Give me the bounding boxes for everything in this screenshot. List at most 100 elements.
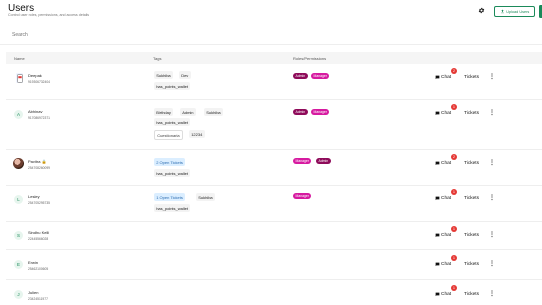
more-options-icon[interactable]: ⋮ bbox=[489, 260, 495, 267]
user-phone: 919306732404 bbox=[28, 80, 51, 84]
unread-badge: 2 bbox=[451, 68, 457, 74]
avatar: E bbox=[14, 260, 23, 269]
more-options-icon[interactable]: ⋮ bbox=[489, 231, 495, 238]
chat-label: Chat bbox=[441, 262, 452, 267]
user-name: Julien bbox=[28, 290, 39, 295]
user-phone: 254705295735 bbox=[28, 201, 51, 205]
chat-label: Chat bbox=[441, 233, 452, 238]
avatar: A bbox=[14, 110, 23, 119]
open-tickets-tag: 2 Open Tickets bbox=[154, 158, 186, 166]
user-name: Pavitra 🔒 bbox=[28, 159, 47, 164]
user-name: Sindhu Kelli bbox=[28, 230, 50, 235]
more-options-icon[interactable]: ⋮ bbox=[489, 109, 495, 116]
chat-icon bbox=[435, 161, 440, 166]
table-row[interactable]: Deepak 919306732404 Sukhiba Dev has_poin… bbox=[6, 64, 542, 100]
tag: has_points_wallet bbox=[154, 82, 191, 90]
table-row[interactable]: S Sindhu Kelli 22445566028 Chat 1 Ticket… bbox=[6, 222, 542, 250]
avatar bbox=[13, 158, 24, 169]
role-badge-admin: Admin bbox=[293, 109, 308, 116]
tickets-button[interactable]: Tickets bbox=[464, 196, 479, 201]
tickets-button[interactable]: Tickets bbox=[464, 161, 479, 166]
chat-label: Chat bbox=[441, 292, 452, 297]
chat-button[interactable]: Chat bbox=[435, 292, 451, 297]
role-badge-manager: Manager bbox=[293, 158, 312, 165]
chat-icon bbox=[435, 111, 440, 116]
more-options-icon[interactable]: ⋮ bbox=[489, 159, 495, 166]
gear-icon[interactable] bbox=[478, 7, 485, 14]
tag: Sukhiba bbox=[204, 108, 223, 116]
unread-badge: 1 bbox=[451, 189, 457, 195]
role-badge-manager: Manager bbox=[311, 109, 330, 116]
tag: Dev bbox=[179, 71, 191, 79]
search-input[interactable] bbox=[12, 31, 532, 39]
chat-button[interactable]: Chat bbox=[435, 233, 451, 238]
chat-button[interactable]: Chat bbox=[435, 161, 451, 166]
user-phone: 22445566028 bbox=[28, 237, 49, 241]
chat-button[interactable]: Chat bbox=[435, 111, 451, 116]
tag-value: 12234 bbox=[189, 130, 205, 138]
column-tags: Tags bbox=[153, 56, 162, 61]
tickets-button[interactable]: Tickets bbox=[464, 292, 479, 297]
tag-key: Cuestionaria bbox=[154, 130, 183, 140]
more-options-icon[interactable]: ⋮ bbox=[489, 194, 495, 201]
upload-users-button[interactable]: Upload Users bbox=[494, 6, 535, 17]
upload-users-label: Upload Users bbox=[506, 9, 530, 14]
avatar: S bbox=[14, 231, 23, 240]
role-badge-manager: Manager bbox=[311, 73, 330, 80]
user-name: Erwin bbox=[28, 260, 39, 265]
chat-label: Chat bbox=[441, 196, 452, 201]
chat-label: Chat bbox=[441, 111, 452, 116]
user-name: Deepak bbox=[28, 73, 42, 78]
user-phone: 917086972371 bbox=[28, 116, 51, 120]
role-badge-manager: Manager bbox=[293, 193, 312, 200]
tickets-button[interactable]: Tickets bbox=[464, 111, 479, 116]
table-row[interactable]: E Erwin 25462100605 Chat 1 Tickets ⋮ bbox=[6, 250, 542, 280]
chat-button[interactable]: Chat bbox=[435, 262, 451, 267]
tag: has_points_wallet bbox=[154, 204, 191, 212]
tag: Admin bbox=[180, 108, 196, 116]
table-row[interactable]: J Julien 23424511977 Chat 1 Tickets ⋮ bbox=[6, 280, 542, 305]
divider bbox=[0, 44, 542, 45]
tag: has_points_wallet bbox=[154, 169, 191, 177]
role-badge-admin: Admin bbox=[316, 158, 331, 165]
user-name: Abhinav bbox=[28, 109, 43, 114]
user-phone: 23424511977 bbox=[28, 297, 48, 301]
unread-badge: 1 bbox=[451, 255, 457, 261]
tickets-button[interactable]: Tickets bbox=[464, 233, 479, 238]
chat-icon bbox=[435, 262, 440, 267]
upload-icon bbox=[500, 9, 504, 14]
unread-badge: 1 bbox=[451, 285, 457, 291]
user-name: Lesley bbox=[28, 194, 40, 199]
chat-icon bbox=[435, 75, 440, 80]
more-options-icon[interactable]: ⋮ bbox=[489, 290, 495, 297]
chat-button[interactable]: Chat bbox=[435, 75, 451, 80]
column-roles: Roles/Permissions bbox=[293, 56, 327, 61]
avatar: L bbox=[14, 195, 23, 204]
column-name: Name bbox=[14, 56, 25, 61]
tickets-button[interactable]: Tickets bbox=[464, 75, 479, 80]
avatar: J bbox=[14, 290, 23, 299]
unread-badge: 1 bbox=[451, 226, 457, 232]
table-row[interactable]: A Abhinav 917086972371 Birthday Admin Su… bbox=[6, 100, 542, 150]
unread-badge: 1 bbox=[451, 104, 457, 110]
chat-icon bbox=[435, 196, 440, 201]
table-header: Name Tags Roles/Permissions bbox=[6, 52, 542, 64]
page-header: Users Control user roles, permissions, a… bbox=[0, 0, 542, 26]
chat-icon bbox=[435, 233, 440, 238]
more-options-icon[interactable]: ⋮ bbox=[489, 73, 495, 80]
chat-label: Chat bbox=[441, 161, 452, 166]
tag: Sukhiba bbox=[154, 71, 173, 79]
table-row[interactable]: Pavitra 🔒 254708260099 2 Open Tickets ha… bbox=[6, 150, 542, 186]
chat-button[interactable]: Chat bbox=[435, 196, 451, 201]
phone-icon bbox=[16, 73, 23, 83]
chat-label: Chat bbox=[441, 75, 452, 80]
user-phone: 254708260099 bbox=[28, 166, 51, 170]
page-subtitle: Control user roles, permissions, and acc… bbox=[8, 13, 90, 17]
chat-icon bbox=[435, 292, 440, 297]
open-tickets-tag: 1 Open Tickets bbox=[154, 193, 186, 201]
unread-badge: 2 bbox=[451, 154, 457, 160]
tickets-button[interactable]: Tickets bbox=[464, 262, 479, 267]
table-row[interactable]: L Lesley 254705295735 1 Open Tickets Suk… bbox=[6, 186, 542, 222]
role-badge-admin: Admin bbox=[293, 73, 308, 80]
user-phone: 25462100605 bbox=[28, 267, 49, 271]
